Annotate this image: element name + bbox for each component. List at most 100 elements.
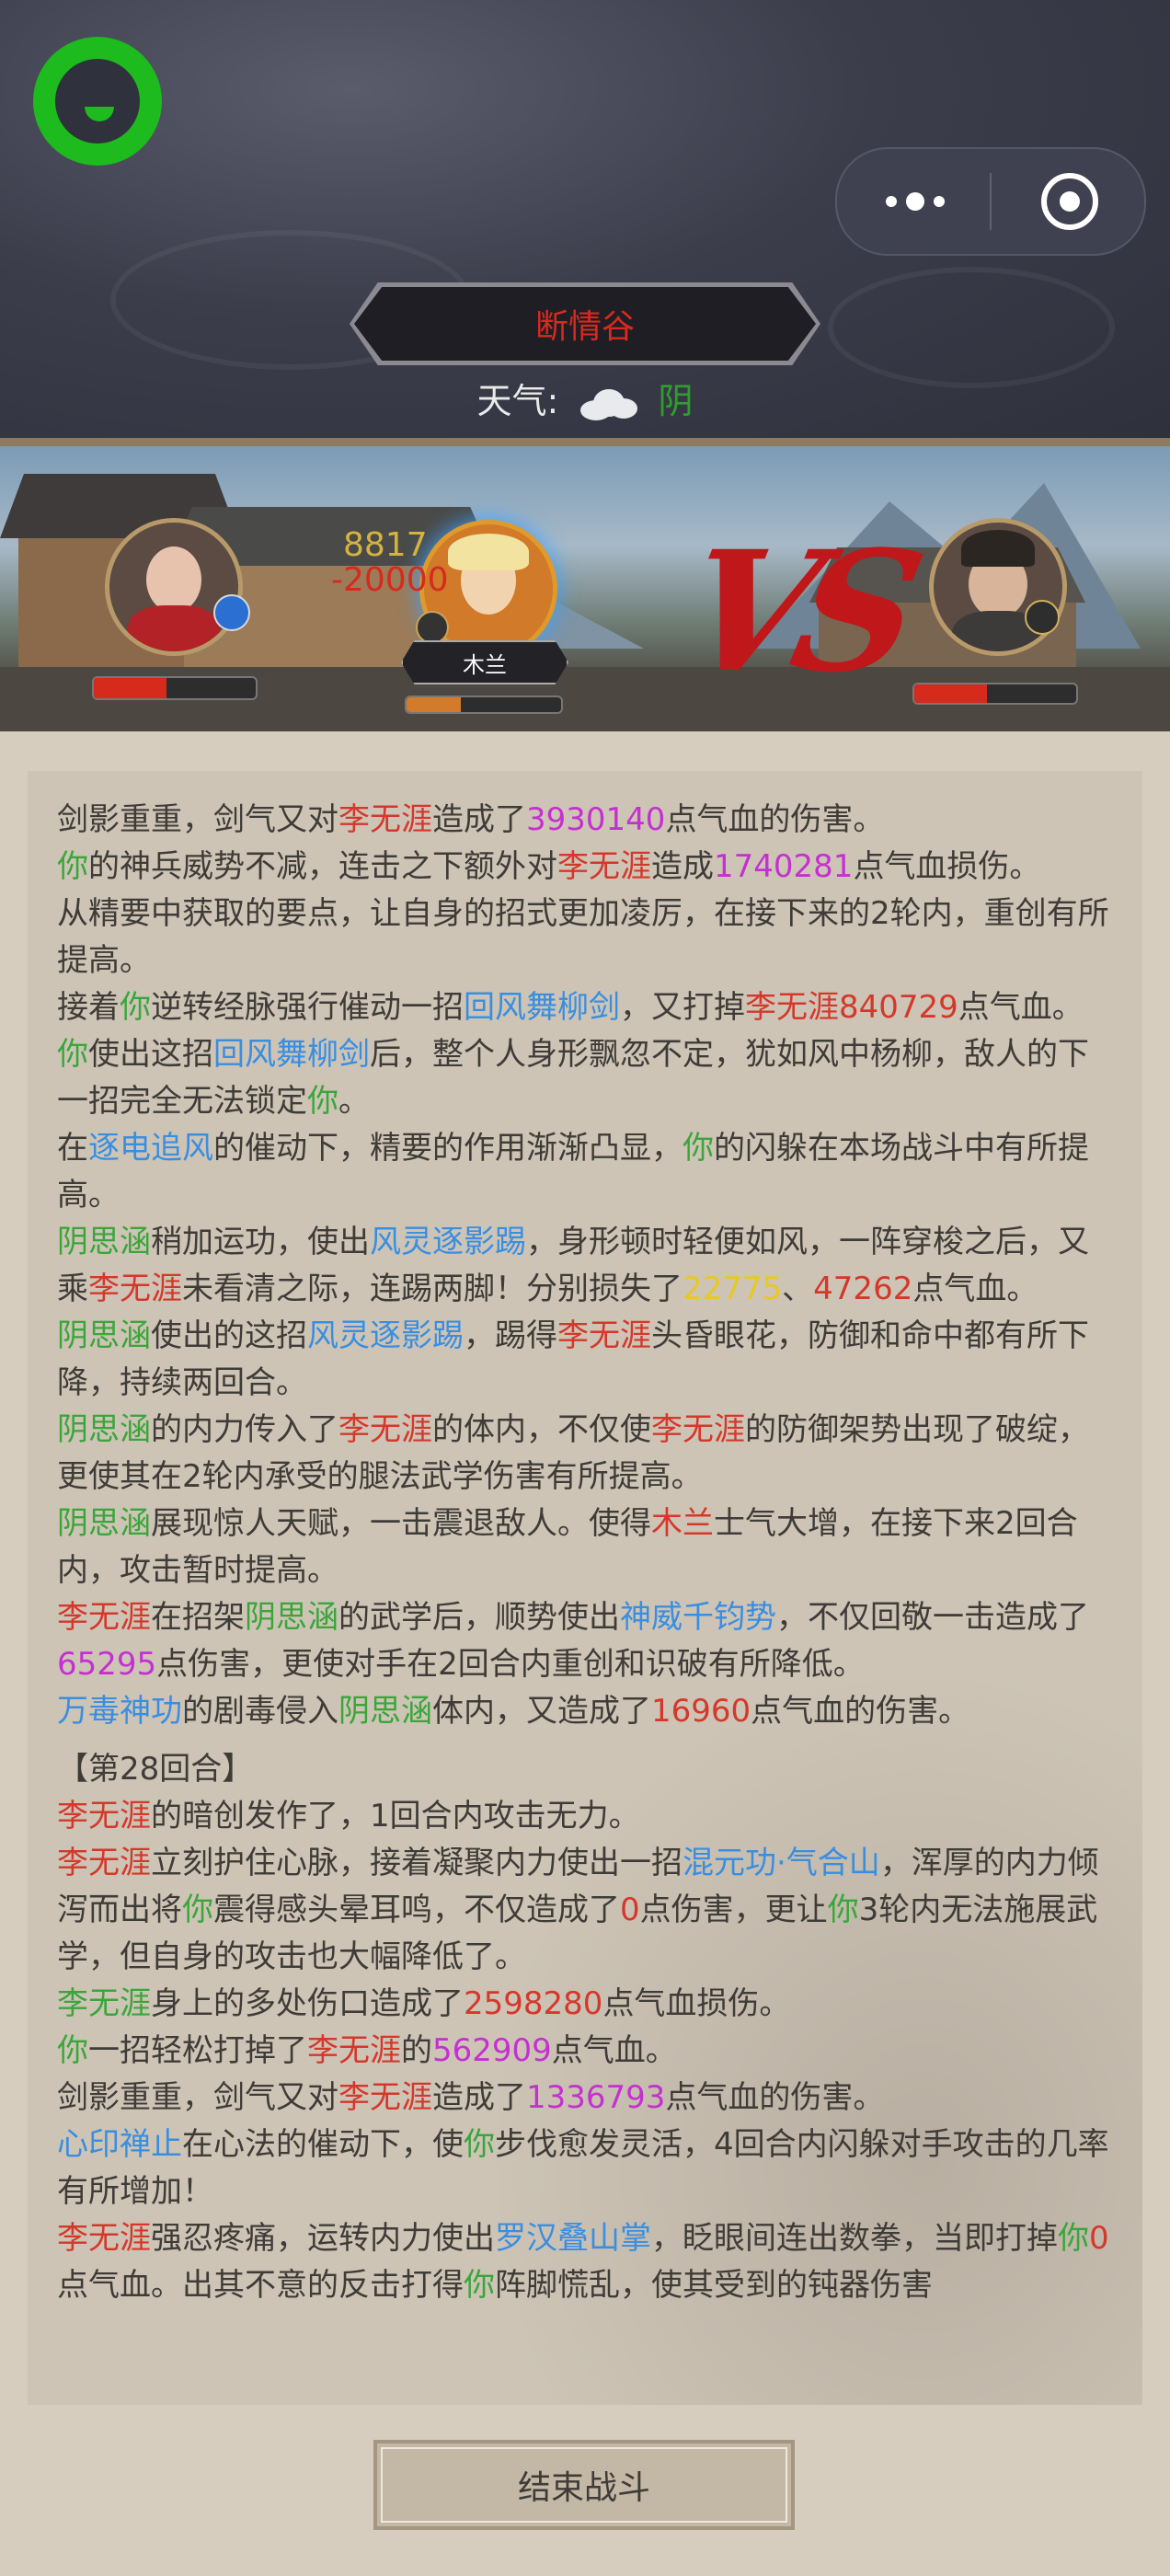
log-text: 展现惊人天赋，一击震退敌人。使得 (151, 1505, 651, 1542)
log-text: 你 (57, 848, 88, 885)
log-text: 使出的这招 (151, 1317, 307, 1354)
player-avatar[interactable] (105, 518, 243, 656)
battle-log[interactable]: 剑影重重，剑气又对李无涯造成了3930140点气血的伤害。 你的神兵威势不减，连击… (28, 771, 1142, 2405)
log-text: 强忍疼痛，运转内力使出 (151, 2220, 495, 2257)
location-name: 断情谷 (534, 308, 635, 346)
hp-fill (407, 697, 461, 712)
weather-label: 天气: (476, 381, 559, 421)
log-text: 风灵逐影踢 (370, 1224, 526, 1260)
log-text: 你 (182, 1892, 213, 1928)
enemy-avatar[interactable] (929, 518, 1067, 656)
log-text: 点气血损伤。 (602, 1985, 791, 2022)
log-text: 稍加运功，使出 (151, 1224, 370, 1260)
log-text: 在招架 (151, 1599, 245, 1636)
log-text: 李无涯 (307, 2032, 401, 2069)
log-text: 李无涯 (557, 848, 651, 885)
log-text: 你 (57, 2032, 88, 2069)
cloud-decoration (828, 267, 1115, 388)
log-text: 你 (120, 989, 151, 1026)
log-text: 22775 (682, 1271, 783, 1307)
log-text: 罗汉叠山掌 (495, 2220, 651, 2257)
log-text: 点气血的伤害。 (665, 2079, 885, 2116)
log-text: 你 (464, 2267, 495, 2304)
log-entry: 从精要中获取的要点，让自身的招式更加凌厉，在接下来的2轮内，重创有所提高。 (57, 891, 1115, 984)
hp-fill (94, 678, 167, 698)
element-badge-icon (416, 611, 449, 644)
log-text: 0 (1089, 2220, 1109, 2257)
log-entry: 阴思涵展现惊人天赋，一击震退敌人。使得木兰士气大增，在接下来2回合内，攻击暂时提… (57, 1501, 1115, 1594)
log-text: 李无涯 (338, 2079, 432, 2116)
battle-log-lines: 剑影重重，剑气又对李无涯造成了3930140点气血的伤害。 你的神兵威势不减，连击… (57, 797, 1115, 2309)
log-text: 点气血。 (551, 2032, 677, 2069)
log-entry: 阴思涵使出的这招风灵逐影踢，踢得李无涯头昏眼花，防御和命中都有所下降，持续两回合… (57, 1313, 1115, 1407)
element-badge-icon (1025, 600, 1060, 635)
log-entry: 你的神兵威势不减，连击之下额外对李无涯造成1740281点气血损伤。 (57, 844, 1115, 891)
log-text: 的武学后，顺势使出 (338, 1599, 620, 1636)
log-text: 你 (307, 1083, 338, 1120)
log-text: 逆转经脉强行催动一招 (151, 989, 464, 1026)
log-entry: 接着你逆转经脉强行催动一招回风舞柳剑，又打掉李无涯840729点气血。 (57, 984, 1115, 1031)
log-text: 点气血损伤。 (853, 848, 1041, 885)
log-text: 你 (827, 1892, 859, 1928)
close-miniprogram-icon[interactable] (1041, 173, 1098, 230)
end-battle-button[interactable]: 结束战斗 (373, 2440, 795, 2530)
location-title: 断情谷 (354, 287, 816, 361)
header: 断情谷 天气: 阴 (0, 0, 1170, 446)
miniprogram-capsule (835, 147, 1146, 256)
log-text: 16960 (651, 1693, 751, 1730)
log-text: 使出这招 (88, 1036, 213, 1073)
log-text: 点气血。 (958, 989, 1084, 1026)
log-text: 点气血。出其不意的反击打得 (57, 2267, 464, 2304)
log-text: 65295 (57, 1646, 157, 1683)
log-text: 你 (682, 1130, 714, 1167)
hp-fill (914, 684, 988, 703)
log-text: 点气血的伤害。 (665, 801, 885, 838)
log-entry: 剑影重重，剑气又对李无涯造成了3930140点气血的伤害。 (57, 797, 1115, 844)
chat-logo-icon[interactable] (33, 37, 162, 166)
log-text: 在 (57, 1130, 88, 1167)
log-text: 立刻护住心脉，接着凝聚内力使出一招 (151, 1845, 682, 1881)
log-text: 1336793 (526, 2079, 666, 2116)
log-text: 李无涯 (88, 1271, 182, 1307)
log-entry: 心印禅止在心法的催动下，使你步伐愈发灵活，4回合内闪躲对手攻击的几率有所增加！ (57, 2122, 1115, 2215)
log-text: 你 (57, 1036, 88, 1073)
damage-number: -20000 (331, 561, 449, 599)
weather-condition: 阴 (658, 381, 694, 421)
log-text: 逐电追风 (88, 1130, 213, 1167)
log-text: 阴思涵 (245, 1599, 338, 1636)
log-text: 心印禅止 (57, 2126, 182, 2163)
log-text: 你 (464, 2126, 495, 2163)
log-text: 回风舞柳剑 (464, 989, 620, 1026)
log-text: 562909 (432, 2032, 552, 2069)
log-text: 的体内，不仅使 (432, 1411, 651, 1448)
log-text: 剑影重重，剑气又对 (57, 2079, 338, 2116)
log-text: 混元功·气合山 (682, 1845, 880, 1881)
log-entry: 在逐电追风的催动下，精要的作用渐渐凸显，你的闪躲在本场战斗中有所提高。 (57, 1125, 1115, 1219)
more-options-icon[interactable] (874, 186, 957, 217)
log-text: 在心法的催动下，使 (182, 2126, 464, 2163)
log-text: 阴思涵 (338, 1693, 432, 1730)
log-text: 0 (620, 1892, 640, 1928)
log-text: 你 (1058, 2220, 1089, 2257)
player-hp-bar (92, 676, 258, 700)
log-text: 身上的多处伤口造成了 (151, 1985, 464, 2022)
log-text: ，踢得 (464, 1317, 557, 1354)
log-text: 1740281 (714, 848, 854, 885)
enemy-hp-bar (912, 683, 1078, 705)
log-text: 李无涯 (745, 989, 839, 1026)
cloud-icon (575, 385, 641, 422)
log-text: ，不仅回敬一击造成了 (776, 1599, 1089, 1636)
log-text: 李无涯 (651, 1411, 745, 1448)
log-text: 李无涯 (57, 1798, 151, 1834)
log-text: 震得感头晕耳鸣，不仅造成了 (213, 1892, 620, 1928)
log-text: 的 (401, 2032, 432, 2069)
log-entry: 李无涯身上的多处伤口造成了2598280点气血损伤。 (57, 1981, 1115, 2028)
log-text: 剑影重重，剑气又对 (57, 801, 338, 838)
log-text: 的内力传入了 (151, 1411, 338, 1448)
log-text: 木兰 (651, 1505, 714, 1542)
log-text: 的暗创发作了，1回合内攻击无力。 (151, 1798, 640, 1834)
log-text: 阴思涵 (57, 1224, 151, 1260)
ally-hp-bar (405, 696, 563, 714)
log-entry: 阴思涵稍加运功，使出风灵逐影踢，身形顿时轻便如风，一阵穿梭之后，又乘李无涯未看清… (57, 1219, 1115, 1313)
log-text: 李无涯 (57, 2220, 151, 2257)
